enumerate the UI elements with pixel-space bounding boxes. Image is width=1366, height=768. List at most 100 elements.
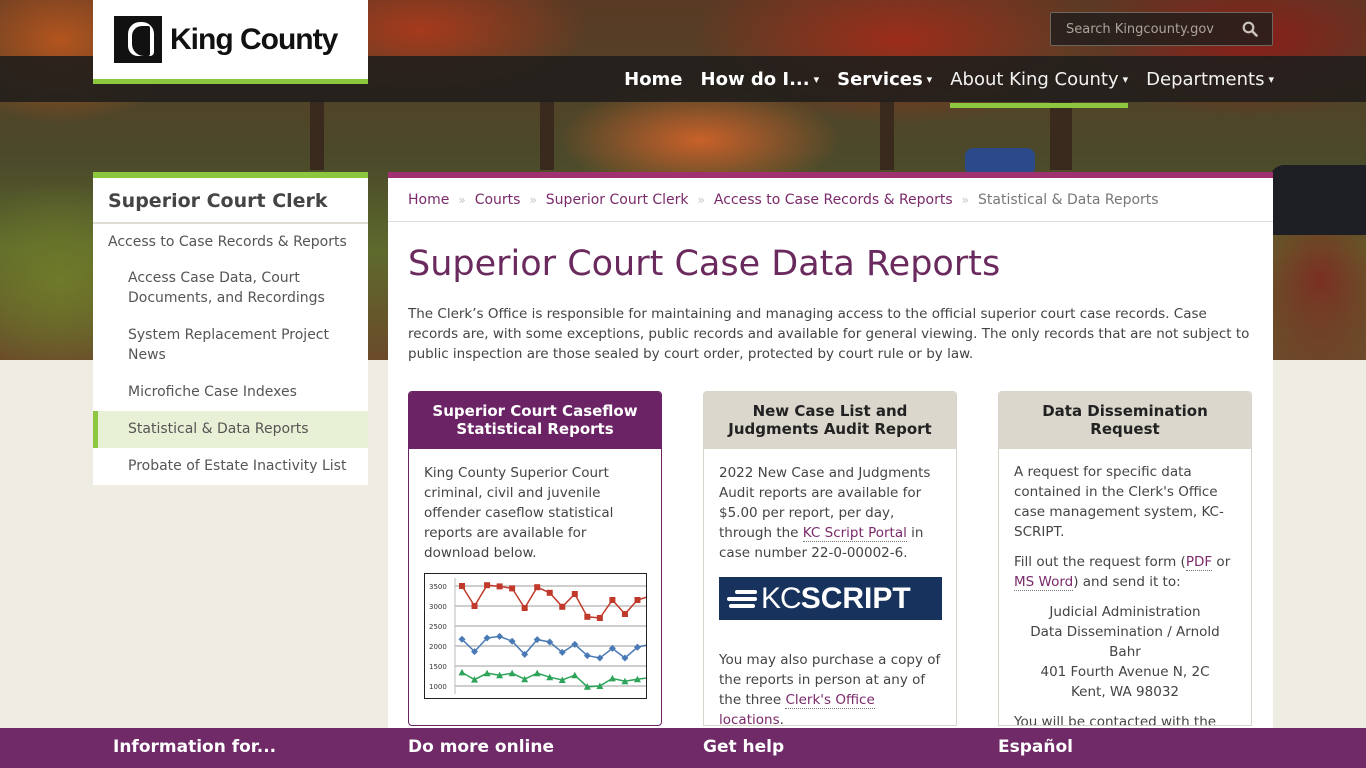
breadcrumb-courts[interactable]: Courts xyxy=(475,192,521,208)
data-point xyxy=(471,603,478,609)
sidebar-item-statistical-reports[interactable]: Statistical & Data Reports xyxy=(93,411,368,448)
sidebar-item-system-replacement[interactable]: System Replacement Project News xyxy=(93,317,368,374)
text: or xyxy=(1212,554,1231,570)
data-point xyxy=(521,605,528,611)
ms-word-form-link[interactable]: MS Word xyxy=(1014,574,1074,591)
card-caseflow-reports: Superior Court Caseflow Statistical Repo… xyxy=(408,391,662,726)
text: ) and send it to: xyxy=(1073,574,1181,590)
caret-down-icon: ▾ xyxy=(813,72,820,86)
text: Fill out the request form ( xyxy=(1014,554,1186,570)
card-title: Data Dissemination Request xyxy=(999,392,1251,449)
kc-script-logo[interactable]: KC SCRIPT xyxy=(719,577,942,620)
script-logo-text: SCRIPT xyxy=(800,581,911,615)
contact-text: You will be contacted with the feasibili… xyxy=(1014,714,1217,726)
sidebar-title[interactable]: Superior Court Clerk xyxy=(93,178,368,224)
data-point xyxy=(608,674,616,682)
data-point xyxy=(521,675,529,683)
card-new-case-list: New Case List and Judgments Audit Report… xyxy=(703,391,957,726)
card-body-text: King County Superior Court criminal, civ… xyxy=(424,465,614,561)
kc-logo-text: KC xyxy=(761,581,802,615)
data-point xyxy=(533,669,541,677)
logo-text: King County xyxy=(170,22,338,56)
breadcrumb-separator-icon: » xyxy=(529,192,537,207)
nav-services-label: Services xyxy=(837,68,923,90)
text: . xyxy=(779,712,784,726)
nav-services[interactable]: Services ▾ xyxy=(837,56,932,102)
sidebar-item-access-case-data[interactable]: Access Case Data, Court Documents, and R… xyxy=(93,260,368,317)
data-point xyxy=(584,613,591,620)
cards-row: Superior Court Caseflow Statistical Repo… xyxy=(408,391,1252,726)
address-line: Judicial Administration xyxy=(1049,604,1201,620)
king-county-logo[interactable]: King County xyxy=(93,0,368,84)
main-navigation: Home How do I... ▾ Services ▾ About King C… xyxy=(606,56,1274,108)
footer-espanol[interactable]: Español xyxy=(998,737,1073,757)
y-tick-label: 2500 xyxy=(429,623,447,631)
address-line: Data Dissemination / Arnold Bahr xyxy=(1030,624,1220,660)
search-box xyxy=(1050,12,1273,46)
nav-how-do-i[interactable]: How do I... ▾ xyxy=(701,56,820,102)
data-point xyxy=(509,585,516,592)
series-line-red xyxy=(461,584,651,619)
breadcrumb-separator-icon: » xyxy=(458,192,466,207)
nav-home-label: Home xyxy=(624,68,683,90)
data-point xyxy=(471,676,479,683)
pdf-form-link[interactable]: PDF xyxy=(1185,554,1213,571)
breadcrumb-superior-court-clerk[interactable]: Superior Court Clerk xyxy=(546,192,689,208)
king-county-logo-icon xyxy=(114,16,162,63)
data-point xyxy=(546,589,553,596)
caseflow-chart-image[interactable]: 1000 1500 2000 2500 3000 3500 xyxy=(424,573,654,699)
card-title: Superior Court Caseflow Statistical Repo… xyxy=(409,392,661,449)
y-tick-label: 2000 xyxy=(429,643,447,651)
kc-script-portal-link[interactable]: KC Script Portal xyxy=(802,525,907,542)
data-point xyxy=(634,597,641,603)
data-point xyxy=(534,584,541,591)
address-line: 401 Fourth Avenue N, 2C xyxy=(1040,664,1210,680)
footer-get-help[interactable]: Get help xyxy=(703,737,784,757)
footer-information-for[interactable]: Information for... xyxy=(113,737,276,757)
data-point xyxy=(496,632,504,640)
search-icon[interactable] xyxy=(1242,21,1258,37)
kc-script-lines-icon xyxy=(727,588,757,610)
intro-paragraph: The Clerk’s Office is responsible for ma… xyxy=(408,306,1250,362)
data-point xyxy=(609,597,616,603)
card-body-text: 2022 New Case and Judgments Audit report… xyxy=(719,463,941,563)
caret-down-icon: ▾ xyxy=(1268,72,1274,86)
nav-departments-label: Departments xyxy=(1146,68,1265,90)
card-body-text-2: You may also purchase a copy of the repo… xyxy=(719,650,941,726)
data-point xyxy=(484,582,491,589)
sidebar-item-microfiche[interactable]: Microfiche Case Indexes xyxy=(93,374,368,411)
breadcrumb-home[interactable]: Home xyxy=(408,192,449,208)
y-tick-label: 1500 xyxy=(429,663,447,671)
main-content: Home » Courts » Superior Court Clerk » A… xyxy=(388,172,1273,732)
card-title: New Case List and Judgments Audit Report xyxy=(704,392,956,449)
sidebar-item-access-to-case-records[interactable]: Access to Case Records & Reports xyxy=(93,224,368,260)
nav-home[interactable]: Home xyxy=(624,56,682,102)
caret-down-icon: ▾ xyxy=(926,72,933,86)
nav-about-label: About King County xyxy=(950,68,1119,90)
search-input[interactable] xyxy=(1066,21,1236,37)
caret-down-icon: ▾ xyxy=(1122,72,1129,86)
breadcrumb: Home » Courts » Superior Court Clerk » A… xyxy=(388,178,1273,222)
page-title: Superior Court Case Data Reports xyxy=(408,244,1001,284)
data-point xyxy=(459,583,465,589)
data-point xyxy=(571,591,578,597)
data-point xyxy=(458,668,466,676)
nav-how-do-i-label: How do I... xyxy=(700,68,810,90)
breadcrumb-separator-icon: » xyxy=(697,192,705,207)
breadcrumb-current: Statistical & Data Reports xyxy=(978,191,1159,208)
y-tick-label: 1000 xyxy=(429,683,447,691)
card-body-text: A request for specific data contained in… xyxy=(1014,464,1224,540)
sidebar-item-probate-inactivity[interactable]: Probate of Estate Inactivity List xyxy=(93,448,368,485)
data-point xyxy=(621,611,628,617)
footer-do-more-online[interactable]: Do more online xyxy=(408,737,554,757)
data-point xyxy=(571,671,579,679)
breadcrumb-separator-icon: » xyxy=(961,192,969,207)
request-form-text: Fill out the request form (PDF or MS Wor… xyxy=(1014,552,1236,592)
data-point xyxy=(596,615,603,621)
nav-departments[interactable]: Departments ▾ xyxy=(1146,56,1274,102)
address-line: Kent, WA 98032 xyxy=(1071,684,1179,700)
breadcrumb-access-records[interactable]: Access to Case Records & Reports xyxy=(714,192,953,208)
data-point xyxy=(496,583,503,590)
nav-about-king-county[interactable]: About King County ▾ xyxy=(950,56,1129,108)
y-tick-label: 3500 xyxy=(429,583,447,591)
